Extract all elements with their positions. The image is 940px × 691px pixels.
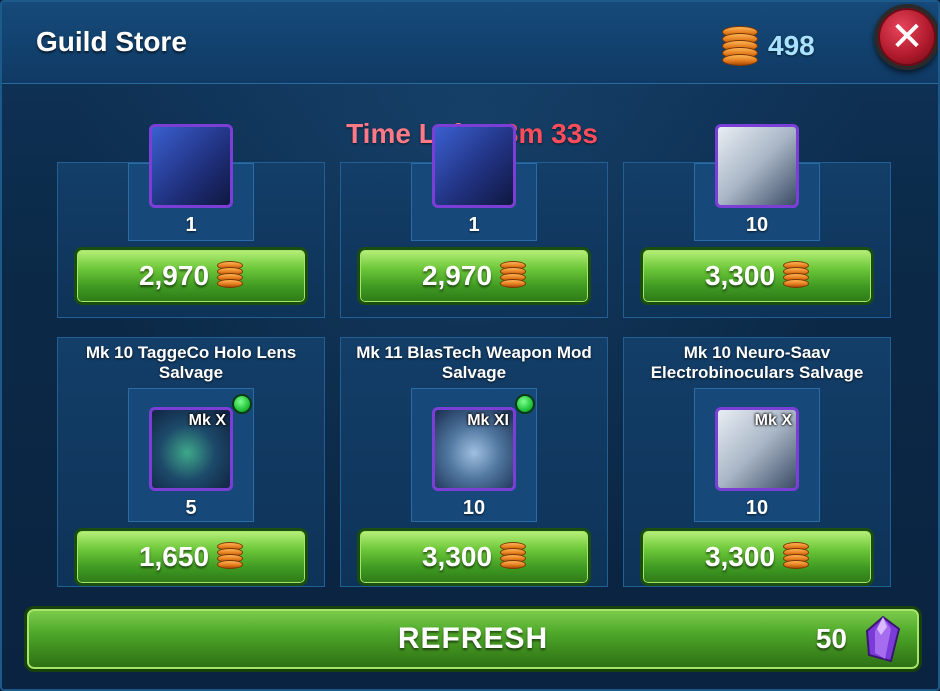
- item-quantity: 5: [185, 497, 197, 519]
- guild-store-window: Guild Store 498 ✕ Time Left: 43m 33s 1 2…: [0, 0, 940, 691]
- refresh-cost: 50: [815, 623, 847, 654]
- mk-badge: Mk XI: [467, 412, 509, 429]
- item-quantity: 10: [745, 214, 769, 236]
- item-name: Mk 10 TaggeCo Holo Lens Salvage: [85, 343, 297, 382]
- new-indicator-icon: [232, 394, 252, 414]
- store-item-card[interactable]: Mk 11 BlasTech Weapon Mod Salvage Mk XI …: [340, 337, 608, 587]
- close-button[interactable]: ✕: [874, 4, 938, 70]
- header-bar: Guild Store 498: [2, 2, 938, 84]
- price-value: 1,650: [138, 541, 210, 572]
- refresh-label: REFRESH: [397, 622, 549, 655]
- buy-button[interactable]: 3,300: [357, 528, 591, 586]
- blueprint-icon: [432, 124, 516, 208]
- holo-lens-icon: Mk X: [149, 407, 233, 491]
- store-item-card[interactable]: 1 2,970: [340, 124, 608, 318]
- price-value: 3,300: [421, 541, 493, 572]
- close-icon: ✕: [890, 15, 924, 59]
- item-box: 1: [128, 124, 254, 241]
- item-name: Mk 10 Neuro-Saav Electrobinoculars Salva…: [650, 343, 864, 382]
- guild-coin-icon: [217, 542, 244, 572]
- buy-button[interactable]: 3,300: [640, 528, 874, 586]
- item-box: 1: [411, 124, 537, 241]
- crystal-icon: [865, 615, 901, 663]
- mk-badge: Mk X: [754, 412, 792, 429]
- new-indicator-icon: [515, 394, 535, 414]
- item-quantity: 1: [185, 214, 197, 236]
- guild-coin-icon: [722, 26, 758, 66]
- page-title: Guild Store: [36, 26, 187, 57]
- item-quantity: 1: [468, 214, 480, 236]
- price-value: 2,970: [138, 260, 210, 291]
- guild-coin-icon: [783, 542, 810, 572]
- buy-button[interactable]: 1,650: [74, 528, 308, 586]
- currency-amount: 498: [768, 30, 815, 61]
- buy-button[interactable]: 2,970: [74, 247, 308, 305]
- guild-coin-icon: [500, 261, 527, 291]
- buy-button[interactable]: 3,300: [640, 247, 874, 305]
- currency-display: 498: [722, 26, 815, 66]
- store-item-card[interactable]: Mk 10 Neuro-Saav Electrobinoculars Salva…: [623, 337, 891, 587]
- weapon-mod-icon: Mk XI: [432, 407, 516, 491]
- item-name: Mk 11 BlasTech Weapon Mod Salvage: [356, 343, 592, 382]
- item-quantity: 10: [462, 497, 486, 519]
- store-item-card[interactable]: Mk 10 TaggeCo Holo Lens Salvage Mk X 5 1…: [57, 337, 325, 587]
- item-box: Mk X 10: [694, 388, 820, 522]
- binoculars-icon: [715, 124, 799, 208]
- mk-badge: Mk X: [188, 412, 226, 429]
- store-item-card[interactable]: 10 3,300: [623, 124, 891, 318]
- item-quantity: 10: [745, 497, 769, 519]
- guild-coin-icon: [783, 261, 810, 291]
- guild-coin-icon: [500, 542, 527, 572]
- price-value: 3,300: [704, 260, 776, 291]
- blueprint-icon: [149, 124, 233, 208]
- binoculars-icon: Mk X: [715, 407, 799, 491]
- price-value: 3,300: [704, 541, 776, 572]
- buy-button[interactable]: 2,970: [357, 247, 591, 305]
- refresh-button[interactable]: REFRESH 50: [24, 606, 922, 672]
- price-value: 2,970: [421, 260, 493, 291]
- store-item-card[interactable]: 1 2,970: [57, 124, 325, 318]
- item-box: 10: [694, 124, 820, 241]
- guild-coin-icon: [217, 261, 244, 291]
